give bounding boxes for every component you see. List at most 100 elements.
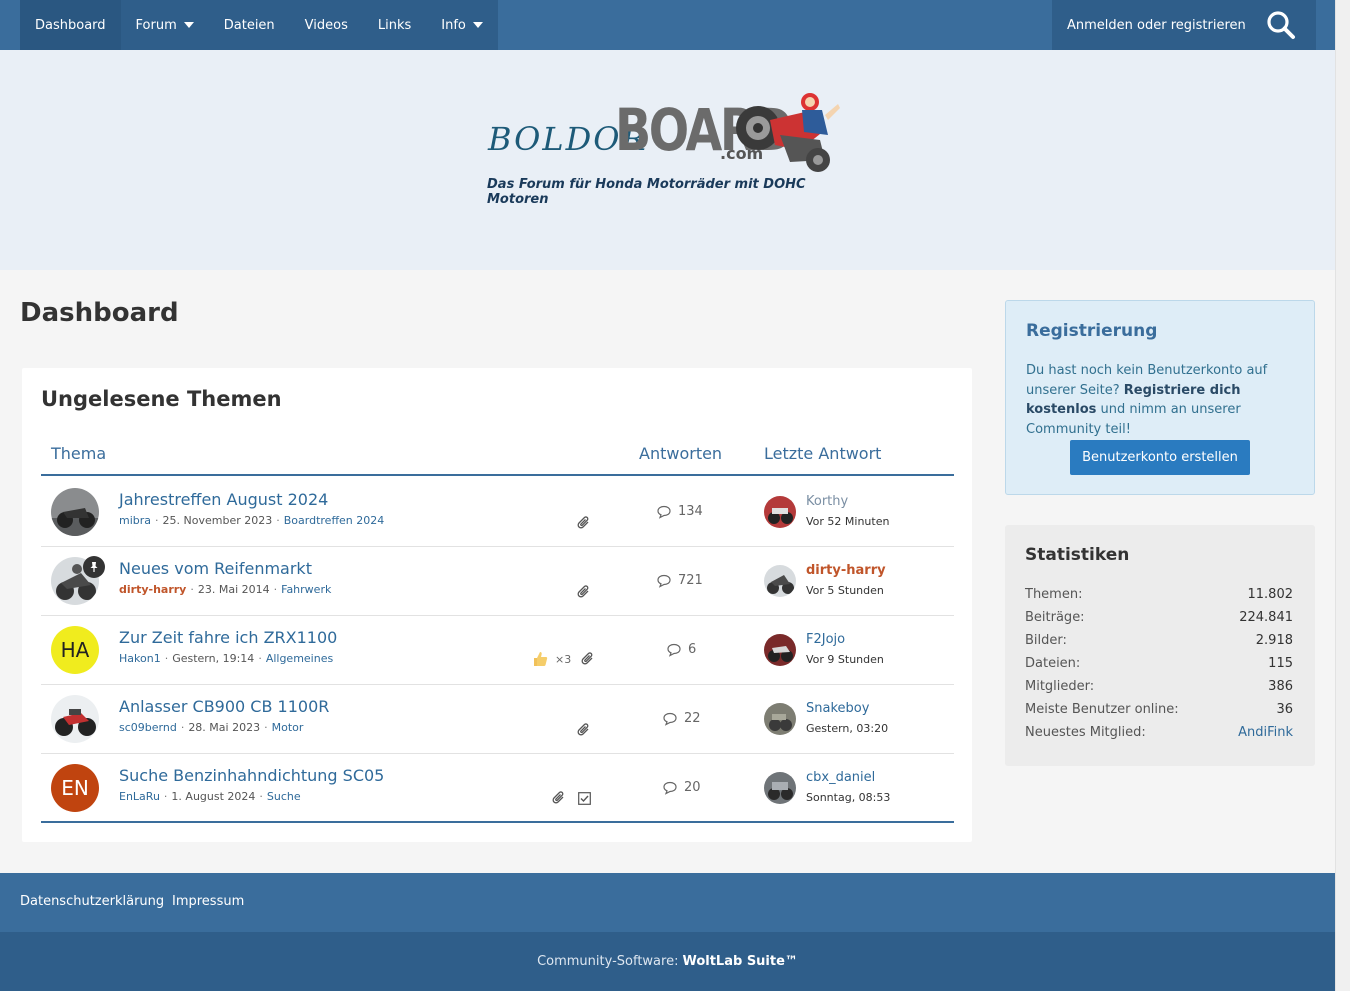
topic-date: Gestern, 19:14: [172, 652, 255, 665]
last-post-time[interactable]: Vor 52 Minuten: [806, 515, 889, 528]
topic-date: 1. August 2024: [171, 790, 256, 803]
search-icon[interactable]: [1266, 10, 1296, 40]
topic-author-link[interactable]: Hakon1: [119, 652, 161, 665]
column-header-last-reply[interactable]: Letzte Antwort: [764, 444, 881, 463]
scrollbar[interactable]: [1335, 0, 1350, 991]
topic-board-link[interactable]: Fahrwerk: [281, 583, 331, 596]
last-poster-avatar[interactable]: [764, 496, 796, 528]
nav-forum-label: Forum: [135, 17, 177, 33]
topic-title-link[interactable]: Zur Zeit fahre ich ZRX1100: [119, 628, 337, 647]
topic-meta: mibra · 25. November 2023 · Boardtreffen 202…: [119, 514, 385, 527]
user-panel: Anmelden oder registrieren: [1052, 0, 1316, 50]
last-poster-link[interactable]: Korthy: [806, 494, 848, 509]
login-link[interactable]: Anmelden oder registrieren: [1052, 18, 1246, 33]
topic-author-link[interactable]: sc09bernd: [119, 721, 177, 734]
stat-row: Bilder: 2.918: [1025, 633, 1293, 648]
reply-count: 721: [656, 573, 703, 588]
last-poster-avatar[interactable]: [764, 634, 796, 666]
avatar[interactable]: EN: [51, 764, 99, 812]
comment-icon: [657, 505, 671, 519]
pin-icon: [83, 556, 105, 578]
column-header-topic[interactable]: Thema: [51, 444, 106, 463]
last-post-time[interactable]: Vor 5 Stunden: [806, 584, 884, 597]
reply-count-value: 20: [684, 780, 701, 795]
last-poster-avatar[interactable]: [764, 703, 796, 735]
topic-title-link[interactable]: Neues vom Reifenmarkt: [119, 559, 312, 578]
nav-dateien-label: Dateien: [223, 17, 275, 33]
topic-board-link[interactable]: Boardtreffen 2024: [284, 514, 385, 527]
motorcycle-avatar-icon: [51, 695, 99, 743]
last-poster-link[interactable]: F2Jojo: [806, 632, 845, 647]
last-poster-link[interactable]: Snakeboy: [806, 701, 869, 716]
nav-links[interactable]: Links: [363, 0, 426, 50]
stat-label: Dateien:: [1025, 656, 1081, 671]
topic-title-link[interactable]: Anlasser CB900 CB 1100R: [119, 697, 329, 716]
comment-icon: [667, 643, 681, 657]
stat-label: Themen:: [1025, 587, 1083, 602]
software-label: Community-Software:: [537, 954, 679, 969]
topic-author-link[interactable]: EnLaRu: [119, 790, 160, 803]
topic-title-link[interactable]: Jahrestreffen August 2024: [119, 490, 328, 509]
topic-board-link[interactable]: Motor: [272, 721, 304, 734]
topic-board-link[interactable]: Suche: [267, 790, 301, 803]
unread-topics-box: Ungelesene Themen Thema Antworten Letzte…: [22, 368, 972, 842]
topic-author-link[interactable]: mibra: [119, 514, 151, 527]
stat-value: 11.802: [1247, 587, 1294, 602]
registration-text: Du hast noch kein Benutzerkonto auf unse…: [1026, 361, 1296, 439]
nav-forum[interactable]: Forum: [121, 0, 209, 50]
thumbs-up-icon[interactable]: [531, 650, 549, 668]
avatar[interactable]: [51, 488, 99, 536]
software-link[interactable]: WoltLab Suite™: [682, 954, 797, 969]
nav-info[interactable]: Info: [426, 0, 498, 50]
stat-label: Bilder:: [1025, 633, 1067, 648]
create-account-button[interactable]: Benutzerkonto erstellen: [1070, 440, 1250, 475]
registration-title: Registrierung: [1026, 321, 1158, 341]
last-post-time[interactable]: Vor 9 Stunden: [806, 653, 884, 666]
main-nav: Dashboard Forum Dateien Videos Links Inf…: [20, 0, 498, 50]
topic-author-link[interactable]: dirty-harry: [119, 583, 186, 596]
site-header: BOLDOR BOARD .com Das Forum für Honda Mo…: [0, 50, 1335, 270]
stat-label: Mitglieder:: [1025, 679, 1095, 694]
table-row[interactable]: Anlasser CB900 CB 1100R sc09bernd · 28. Ma…: [41, 685, 954, 754]
nav-videos[interactable]: Videos: [290, 0, 363, 50]
table-header: Thema Antworten Letzte Antwort: [41, 438, 954, 476]
reply-count: 6: [666, 642, 696, 657]
last-poster-avatar[interactable]: [764, 772, 796, 804]
table-row[interactable]: Jahrestreffen August 2024 mibra · 25. Nove…: [41, 478, 954, 547]
privacy-link[interactable]: Datenschutzerklärung: [20, 894, 164, 909]
avatar[interactable]: [51, 695, 99, 743]
column-header-replies[interactable]: Antworten: [639, 444, 722, 463]
topic-title-link[interactable]: Suche Benzinhahndichtung SC05: [119, 766, 384, 785]
paperclip-icon: [552, 791, 564, 804]
last-poster-link[interactable]: cbx_daniel: [806, 770, 875, 785]
topic-meta: EnLaRu · 1. August 2024 · Suche: [119, 790, 301, 803]
stat-row: Dateien: 115: [1025, 656, 1293, 671]
statistics-box: Statistiken Themen: 11.802 Beiträge: 224.8…: [1005, 525, 1315, 766]
motorcycle-avatar-icon: [764, 703, 796, 735]
last-poster-avatar[interactable]: [764, 565, 796, 597]
avatar[interactable]: HA: [51, 626, 99, 674]
imprint-link[interactable]: Impressum: [172, 894, 244, 909]
table-row[interactable]: HA Zur Zeit fahre ich ZRX1100 Hakon1 · Ges…: [41, 616, 954, 685]
last-post-time[interactable]: Sonntag, 08:53: [806, 791, 890, 804]
paperclip-icon: [577, 516, 589, 529]
reply-count: 20: [662, 780, 701, 795]
nav-videos-label: Videos: [304, 17, 348, 33]
stat-row: Mitglieder: 386: [1025, 679, 1293, 694]
last-poster-link[interactable]: dirty-harry: [806, 563, 886, 578]
site-logo[interactable]: BOLDOR BOARD .com Das Forum für Honda Mo…: [485, 90, 855, 207]
topic-board-link[interactable]: Allgemeines: [266, 652, 333, 665]
motorcycle-avatar-icon: [764, 772, 796, 804]
nav-dateien[interactable]: Dateien: [209, 0, 290, 50]
last-post-time[interactable]: Gestern, 03:20: [806, 722, 888, 735]
paperclip-icon: [581, 652, 593, 665]
footer-copyright: Community-Software: WoltLab Suite™: [0, 932, 1335, 991]
paperclip-icon: [577, 585, 589, 598]
stat-label: Meiste Benutzer online:: [1025, 702, 1179, 717]
newest-member-link[interactable]: AndiFink: [1238, 725, 1293, 740]
statistics-title: Statistiken: [1025, 545, 1130, 565]
nav-dashboard[interactable]: Dashboard: [20, 0, 121, 50]
table-row[interactable]: EN Suche Benzinhahndichtung SC05 EnLaRu ·…: [41, 754, 954, 823]
table-row[interactable]: Neues vom Reifenmarkt dirty-harry · 23. Ma…: [41, 547, 954, 616]
paperclip-icon: [577, 723, 589, 736]
